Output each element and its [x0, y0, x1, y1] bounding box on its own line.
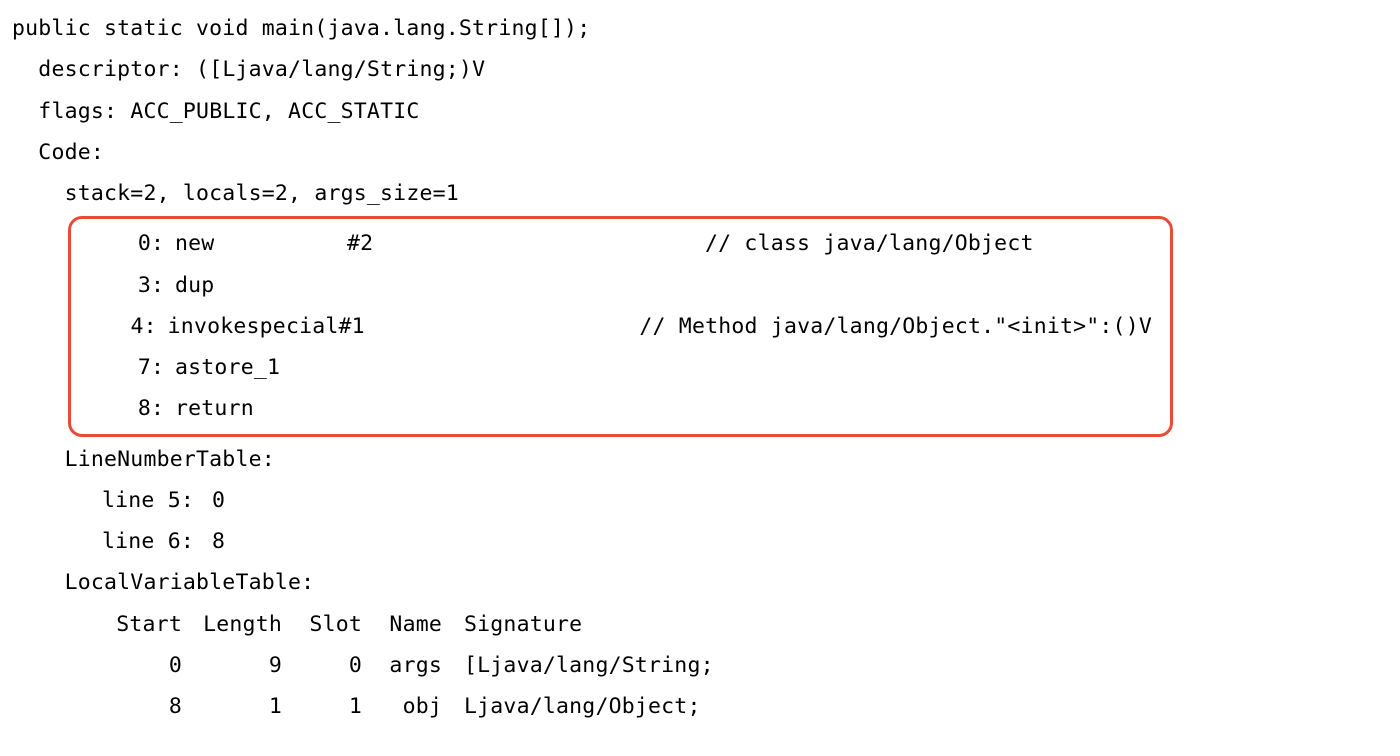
- lnt-label: line 6:: [102, 521, 212, 562]
- lvt-name: obj: [362, 686, 442, 727]
- stack-line: stack=2, locals=2, args_size=1: [12, 173, 1388, 214]
- instr-comment: [705, 347, 1152, 388]
- bytecode-instruction: 7: astore_1: [105, 347, 1152, 388]
- line-number-table-row: line 6:8: [12, 521, 1388, 562]
- instr-arg: #2: [347, 223, 705, 264]
- instr-opcode: dup: [175, 265, 347, 306]
- instr-comment: // class java/lang/Object: [705, 223, 1152, 264]
- lvt-length: 9: [182, 645, 282, 686]
- lvt-start: 8: [102, 686, 182, 727]
- descriptor-value: ([Ljava/lang/String;)V: [196, 57, 485, 82]
- lvt-name: args: [362, 645, 442, 686]
- lvt-sig: [Ljava/lang/String;: [442, 645, 714, 686]
- bytecode-highlight-box: 0: new#2// class java/lang/Object 3: dup…: [68, 216, 1173, 436]
- bytecode-instruction: 3: dup: [105, 265, 1152, 306]
- lvt-header-slot: Slot: [282, 604, 362, 645]
- bytecode-instruction: 8: return: [105, 388, 1152, 429]
- instr-offset: 3: [105, 265, 151, 306]
- instr-offset: 8: [105, 388, 151, 429]
- descriptor-label: descriptor:: [38, 57, 183, 82]
- instr-opcode: invokespecial: [168, 306, 339, 347]
- lnt-label: line 5:: [102, 480, 212, 521]
- lnt-value: 8: [212, 521, 225, 562]
- method-signature: public static void main(java.lang.String…: [12, 8, 1388, 49]
- instr-opcode: astore_1: [175, 347, 347, 388]
- local-variable-table-header: Start Length Slot Name Signature: [12, 604, 1388, 645]
- line-number-table-label: LineNumberTable:: [12, 439, 1388, 480]
- lvt-length: 1: [182, 686, 282, 727]
- instr-arg: [347, 388, 705, 429]
- flags-line: flags: ACC_PUBLIC, ACC_STATIC: [12, 91, 1388, 132]
- code-label: Code:: [12, 132, 1388, 173]
- local-variable-table-row: 0 9 0 args [Ljava/lang/String;: [12, 645, 1388, 686]
- descriptor-line: descriptor: ([Ljava/lang/String;)V: [12, 49, 1388, 90]
- lvt-header-sig: Signature: [442, 604, 582, 645]
- bytecode-instruction: 4: invokespecial#1// Method java/lang/Ob…: [105, 306, 1152, 347]
- instr-arg: [347, 347, 705, 388]
- flags-value: ACC_PUBLIC, ACC_STATIC: [130, 99, 419, 124]
- lvt-sig: Ljava/lang/Object;: [442, 686, 701, 727]
- instr-opcode: return: [175, 388, 347, 429]
- lvt-header-name: Name: [362, 604, 442, 645]
- flags-label: flags:: [38, 99, 117, 124]
- local-variable-table-row: 8 1 1 obj Ljava/lang/Object;: [12, 686, 1388, 727]
- instr-arg: #1: [339, 306, 640, 347]
- instr-offset: 7: [105, 347, 151, 388]
- instr-opcode: new: [175, 223, 347, 264]
- local-variable-table-label: LocalVariableTable:: [12, 562, 1388, 603]
- bytecode-instruction: 0: new#2// class java/lang/Object: [105, 223, 1152, 264]
- lvt-start: 0: [102, 645, 182, 686]
- instr-arg: [347, 265, 705, 306]
- line-number-table-row: line 5:0: [12, 480, 1388, 521]
- instr-comment: [705, 265, 1152, 306]
- lvt-slot: 0: [282, 645, 362, 686]
- instr-comment: [705, 388, 1152, 429]
- instr-comment: // Method java/lang/Object."<init>":()V: [639, 306, 1152, 347]
- lvt-header-start: Start: [102, 604, 182, 645]
- instr-offset: 4: [105, 306, 144, 347]
- lvt-slot: 1: [282, 686, 362, 727]
- lnt-value: 0: [212, 480, 225, 521]
- instr-offset: 0: [105, 223, 151, 264]
- lvt-header-length: Length: [182, 604, 282, 645]
